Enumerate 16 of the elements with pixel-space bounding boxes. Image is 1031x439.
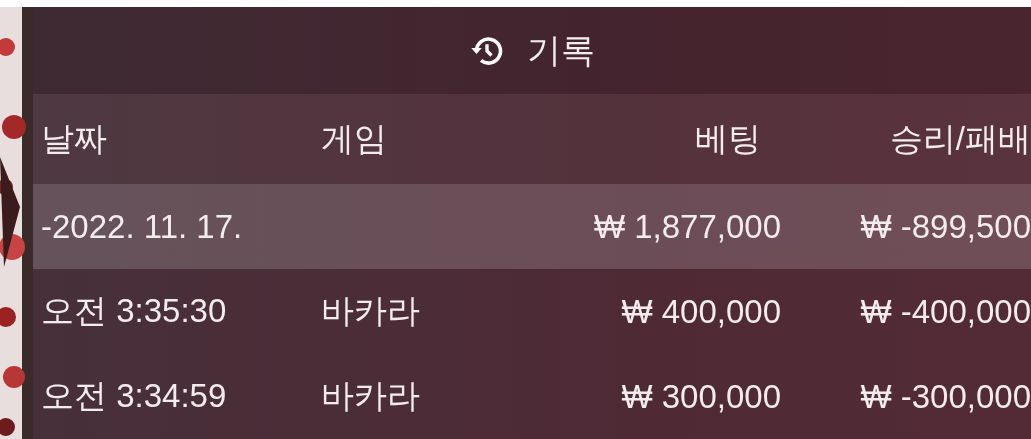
table-cell-text: 바카라 [321,291,420,331]
panel-title: 기록 [527,29,595,71]
column-header: 베팅 [695,118,761,159]
table-cell: ₩ -899,500 [860,207,1031,246]
table-cell: -2022. 11. 17. [41,207,243,246]
column-header: 승리/패배 [889,118,1031,159]
table-cell: ₩ 1,877,000 [593,207,781,246]
table-cell: ₩ 300,000 [621,377,781,416]
table-cell-text: 오전 3:35:30 [41,291,227,331]
table-cell-text: 바카라 [321,376,420,416]
column-header: 게임 [321,118,387,159]
table-cell-text: 오전 3:34:59 [41,376,227,416]
table-cell: ₩ -300,000 [860,377,1031,416]
column-header: 날짜 [41,118,107,159]
table-cell: ₩ -400,000 [860,292,1031,331]
table-cell: ₩ 400,000 [621,292,781,331]
